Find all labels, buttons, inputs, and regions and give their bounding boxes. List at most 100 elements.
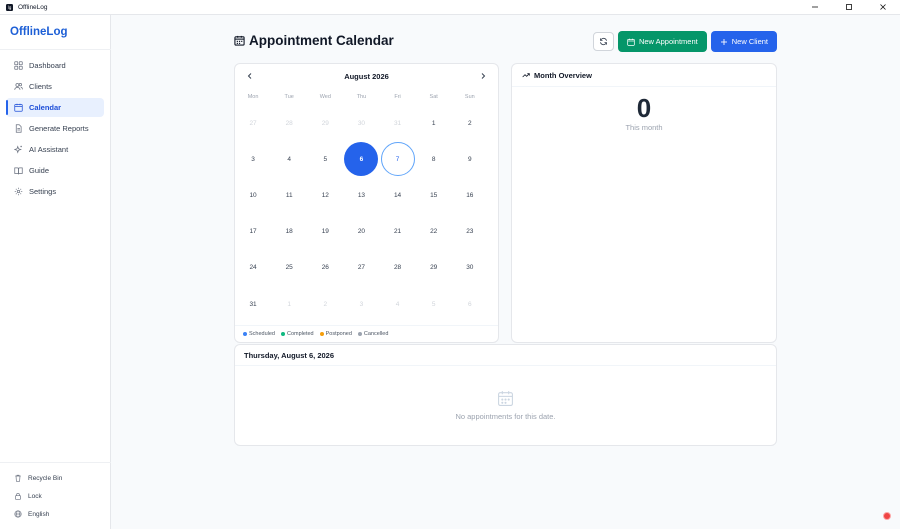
sidebar-nav: Dashboard Clients Calendar Generate Repo… bbox=[6, 56, 104, 203]
calendar-day-number: 15 bbox=[430, 191, 438, 199]
calendar-day[interactable]: 14 bbox=[380, 177, 416, 213]
calendar-day-number: 7 bbox=[380, 142, 415, 177]
calendar-day[interactable]: 6 bbox=[452, 286, 488, 322]
new-appointment-button[interactable]: New Appointment bbox=[617, 31, 707, 52]
calendar-day-number: 28 bbox=[393, 264, 402, 272]
sparkle-icon bbox=[14, 145, 22, 154]
refresh-button[interactable] bbox=[592, 32, 614, 51]
sidebar-item-label: Lock bbox=[28, 492, 42, 500]
calendar-day[interactable]: 3 bbox=[235, 141, 271, 177]
calendar-plus-icon bbox=[627, 38, 635, 46]
calendar-day[interactable]: 31 bbox=[380, 105, 416, 141]
sidebar-item-label: Calendar bbox=[29, 103, 62, 112]
calendar-day[interactable]: 9 bbox=[452, 141, 488, 177]
calendar-day-number: 17 bbox=[249, 228, 257, 236]
calendar-day[interactable]: 25 bbox=[271, 250, 307, 286]
calendar-day-number: 11 bbox=[285, 191, 293, 199]
calendar-day[interactable]: 1 bbox=[271, 286, 307, 322]
calendar-day[interactable]: 4 bbox=[271, 141, 307, 177]
calendar-day[interactable]: 28 bbox=[380, 250, 416, 286]
calendar-day[interactable]: 26 bbox=[307, 250, 343, 286]
sidebar-item-reports[interactable]: Generate Reports bbox=[6, 119, 104, 138]
legend-completed: Completed bbox=[281, 331, 314, 337]
calendar-day-today[interactable]: 7 bbox=[380, 141, 416, 177]
calendar-day[interactable]: 29 bbox=[307, 105, 343, 141]
calendar-day[interactable]: 21 bbox=[380, 214, 416, 250]
calendar-day-number: 14 bbox=[393, 191, 402, 199]
sidebar-item-label: Guide bbox=[29, 166, 50, 175]
calendar-day[interactable]: 17 bbox=[235, 214, 271, 250]
sidebar-item-label: AI Assistant bbox=[29, 145, 69, 154]
trending-up-icon bbox=[522, 73, 530, 78]
calendar-day[interactable]: 11 bbox=[271, 177, 307, 213]
calendar-day[interactable]: 27 bbox=[235, 105, 271, 141]
calendar-day-number: 9 bbox=[468, 155, 472, 163]
sidebar-item-recycle-bin[interactable]: Recycle Bin bbox=[6, 469, 104, 487]
minimize-button[interactable] bbox=[798, 0, 832, 15]
chevron-left-icon[interactable] bbox=[246, 72, 254, 80]
calendar-day[interactable]: 28 bbox=[271, 105, 307, 141]
sidebar-item-label: English bbox=[28, 510, 50, 518]
calendar-day-number: 6 bbox=[468, 300, 472, 308]
calendar-day[interactable]: 13 bbox=[343, 177, 379, 213]
calendar-day-number: 16 bbox=[466, 191, 474, 199]
sidebar-item-lock[interactable]: Lock bbox=[6, 487, 104, 505]
brand-logo[interactable]: OfflineLog bbox=[10, 26, 68, 38]
calendar-day[interactable]: 19 bbox=[307, 214, 343, 250]
globe-icon bbox=[14, 510, 22, 518]
sidebar-item-clients[interactable]: Clients bbox=[6, 77, 104, 96]
calendar-day[interactable]: 1 bbox=[416, 105, 452, 141]
calendar-day[interactable]: 5 bbox=[307, 141, 343, 177]
sidebar-item-ai-assistant[interactable]: AI Assistant bbox=[6, 140, 104, 159]
sidebar-item-guide[interactable]: Guide bbox=[6, 161, 104, 180]
calendar-day[interactable]: 31 bbox=[235, 286, 271, 322]
calendar-day-number: 12 bbox=[321, 191, 329, 199]
calendar-day-number: 6 bbox=[344, 142, 379, 177]
calendar-day[interactable]: 5 bbox=[416, 286, 452, 322]
calendar-day-number: 31 bbox=[249, 300, 257, 308]
page-title: Appointment Calendar bbox=[249, 33, 394, 48]
calendar-day[interactable]: 27 bbox=[343, 250, 379, 286]
calendar-day-number: 1 bbox=[431, 119, 436, 127]
new-appointment-label: New Appointment bbox=[638, 37, 698, 46]
calendar-day-number: 29 bbox=[321, 119, 329, 127]
maximize-button[interactable] bbox=[832, 0, 866, 15]
calendar-day-number: 29 bbox=[430, 264, 438, 272]
new-client-button[interactable]: New Client bbox=[710, 31, 777, 52]
sidebar-item-language[interactable]: English bbox=[6, 505, 104, 523]
chevron-right-icon[interactable] bbox=[479, 72, 487, 80]
weekday-label: Sat bbox=[429, 93, 438, 100]
calendar-day-number: 23 bbox=[466, 228, 474, 236]
weekday-label: Thu bbox=[356, 93, 367, 100]
calendar-day[interactable]: 4 bbox=[380, 286, 416, 322]
app-logo-icon: lg bbox=[6, 3, 13, 11]
calendar-day[interactable]: 24 bbox=[235, 250, 271, 286]
calendar-day-number: 21 bbox=[393, 228, 402, 236]
calendar-day-number: 10 bbox=[249, 191, 257, 199]
calendar-day[interactable]: 10 bbox=[235, 177, 271, 213]
calendar-day-number: 18 bbox=[285, 228, 293, 236]
calendar-day[interactable]: 8 bbox=[416, 141, 452, 177]
calendar-day-selected[interactable]: 6 bbox=[343, 141, 379, 177]
sidebar-item-calendar[interactable]: Calendar bbox=[6, 98, 104, 117]
calendar-day[interactable]: 20 bbox=[343, 214, 379, 250]
calendar-day[interactable]: 2 bbox=[452, 105, 488, 141]
calendar-day[interactable]: 12 bbox=[307, 177, 343, 213]
calendar-day[interactable]: 16 bbox=[452, 177, 488, 213]
selected-date-title: Thursday, August 6, 2026 bbox=[235, 345, 776, 366]
calendar-day[interactable]: 15 bbox=[416, 177, 452, 213]
header-actions: New Appointment New Client bbox=[592, 31, 777, 52]
calendar-day[interactable]: 30 bbox=[452, 250, 488, 286]
sidebar-item-dashboard[interactable]: Dashboard bbox=[6, 56, 104, 75]
sidebar-item-settings[interactable]: Settings bbox=[6, 182, 104, 201]
calendar-day[interactable]: 29 bbox=[416, 250, 452, 286]
calendar-day[interactable]: 30 bbox=[343, 105, 379, 141]
calendar-day[interactable]: 23 bbox=[452, 214, 488, 250]
divider bbox=[0, 462, 111, 463]
calendar-day[interactable]: 3 bbox=[343, 286, 379, 322]
calendar-day[interactable]: 2 bbox=[307, 286, 343, 322]
calendar-day[interactable]: 18 bbox=[271, 214, 307, 250]
calendar-day[interactable]: 22 bbox=[416, 214, 452, 250]
legend-cancelled: Cancelled bbox=[357, 331, 388, 337]
close-window-button[interactable] bbox=[866, 0, 900, 15]
